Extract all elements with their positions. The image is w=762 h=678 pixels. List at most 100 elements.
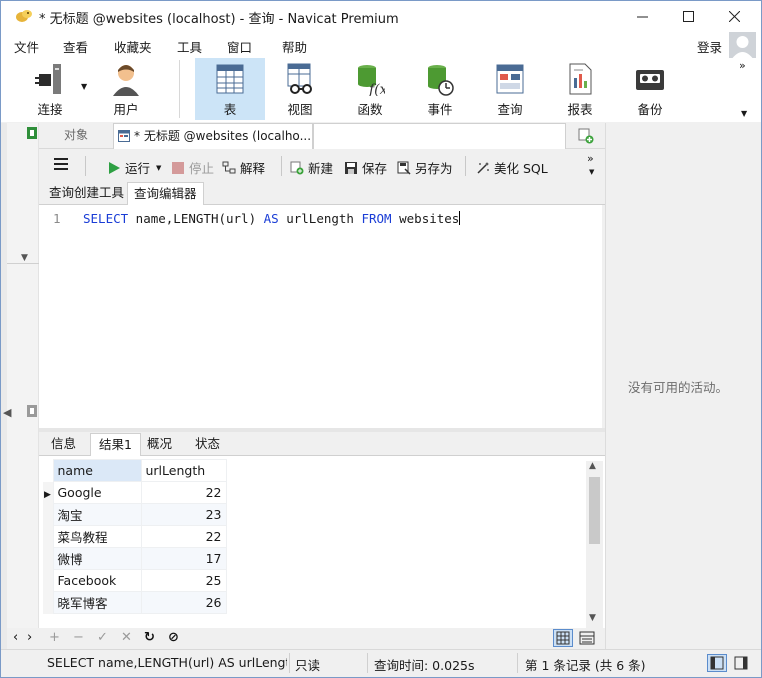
- cell-urllength[interactable]: 25: [140, 569, 227, 592]
- save-as-label: 另存为: [415, 161, 453, 176]
- toggle-left-panel-button[interactable]: [707, 654, 727, 672]
- tab-profile[interactable]: 概况: [139, 433, 180, 456]
- sql-editor[interactable]: 1 SELECT name,LENGTH(url) AS urlLength F…: [39, 205, 602, 428]
- menu-window[interactable]: 窗口: [227, 37, 252, 56]
- run-button[interactable]: 运行 ▼: [107, 158, 161, 177]
- menu-help[interactable]: 帮助: [282, 37, 307, 56]
- new-tab-button[interactable]: [569, 123, 603, 149]
- tool-backup[interactable]: 备份: [615, 58, 685, 120]
- toolbar-overflow-icon[interactable]: »: [739, 59, 746, 72]
- new-query-button[interactable]: 新建: [290, 158, 333, 177]
- scroll-left-icon[interactable]: ◀: [3, 406, 11, 419]
- cell-urllength[interactable]: 22: [140, 525, 227, 548]
- table-row[interactable]: 晓军博客 26: [43, 591, 227, 614]
- divider: [7, 263, 39, 264]
- grid-view-button[interactable]: [553, 629, 573, 647]
- login-link[interactable]: 登录: [697, 37, 722, 56]
- tab-objects[interactable]: 对象: [39, 123, 113, 149]
- query-toolbar: 运行 ▼ 停止 解释 新建 保存 另存为 美化 SQL » ▼: [39, 150, 605, 182]
- cell-name[interactable]: Facebook: [52, 569, 142, 592]
- menu-hamburger-button[interactable]: [53, 157, 69, 171]
- explain-button[interactable]: 解释: [222, 158, 265, 177]
- user-avatar-icon: [731, 36, 754, 60]
- maximize-button[interactable]: [665, 1, 711, 32]
- column-header-name[interactable]: name: [52, 459, 142, 482]
- discard-changes-icon[interactable]: ✕: [121, 630, 132, 645]
- sql-code-line[interactable]: SELECT name,LENGTH(url) AS urlLength FRO…: [83, 211, 461, 226]
- scroll-down-icon[interactable]: ▼: [589, 613, 596, 623]
- tab-status[interactable]: 状态: [187, 433, 228, 456]
- table-row[interactable]: 淘宝 23: [43, 503, 227, 526]
- menu-file[interactable]: 文件: [14, 37, 39, 56]
- tab-query[interactable]: * 无标题 @websites (localho...: [113, 123, 313, 149]
- save-button[interactable]: 保存: [344, 158, 387, 177]
- object-icon[interactable]: [27, 405, 37, 417]
- tool-query[interactable]: 查询: [475, 58, 545, 120]
- menu-view[interactable]: 查看: [63, 37, 88, 56]
- add-record-icon[interactable]: +: [49, 630, 60, 645]
- table-row[interactable]: Facebook 25: [43, 569, 227, 592]
- connection-tree-icon[interactable]: [27, 127, 37, 139]
- query-toolbar-caret-icon[interactable]: ▼: [589, 168, 594, 176]
- query-toolbar-overflow-icon[interactable]: »: [587, 152, 594, 165]
- cell-urllength[interactable]: 17: [140, 547, 227, 570]
- refresh-icon[interactable]: ↻: [144, 630, 155, 645]
- tool-event[interactable]: 事件: [405, 58, 475, 120]
- row-indicator: [43, 591, 53, 614]
- tab-message[interactable]: 信息: [43, 433, 84, 456]
- column-header-urllength[interactable]: urlLength: [140, 459, 227, 482]
- panel-left-icon: [710, 656, 724, 670]
- previous-record-icon[interactable]: ‹: [13, 630, 18, 645]
- toolbar-caret-down-icon[interactable]: ▼: [741, 109, 747, 118]
- tool-connection[interactable]: 连接 ▼: [15, 58, 87, 120]
- caret-down-icon[interactable]: ▼: [156, 164, 161, 172]
- cell-urllength[interactable]: 22: [140, 481, 227, 504]
- cell-urllength[interactable]: 23: [140, 503, 227, 526]
- next-record-icon[interactable]: ›: [27, 630, 32, 645]
- menu-favorites[interactable]: 收藏夹: [114, 37, 152, 56]
- apply-changes-icon[interactable]: ✓: [97, 630, 108, 645]
- table-row[interactable]: ▶ Google 22: [43, 481, 227, 504]
- table-row[interactable]: 菜鸟教程 22: [43, 525, 227, 548]
- scrollbar-thumb[interactable]: [589, 477, 600, 544]
- tab-query-builder[interactable]: 查询创建工具: [43, 182, 130, 205]
- tool-function[interactable]: f(x) 函数: [335, 58, 405, 120]
- form-view-button[interactable]: [577, 629, 597, 647]
- report-icon: [569, 63, 592, 95]
- cell-name[interactable]: 淘宝: [52, 503, 142, 526]
- tool-label: 函数: [357, 102, 383, 117]
- minimize-button[interactable]: [619, 1, 665, 32]
- tool-label: 备份: [637, 102, 663, 117]
- stop-loading-icon[interactable]: ⊘: [168, 630, 179, 645]
- toggle-right-panel-button[interactable]: [731, 654, 751, 672]
- function-icon: f(x): [358, 65, 385, 96]
- grid-vertical-scrollbar[interactable]: ▲ ▼: [586, 461, 603, 628]
- scroll-up-icon[interactable]: ▲: [589, 461, 596, 471]
- delete-record-icon[interactable]: −: [73, 630, 84, 645]
- tool-report[interactable]: 报表: [545, 58, 615, 120]
- menu-bar: 文件 查看 收藏夹 工具 窗口 帮助 登录: [1, 32, 761, 58]
- cell-name[interactable]: 晓军博客: [52, 591, 142, 614]
- cell-name[interactable]: 菜鸟教程: [52, 525, 142, 548]
- table-header-row: name urlLength: [43, 459, 227, 482]
- tool-user[interactable]: 用户: [91, 58, 161, 120]
- stop-button[interactable]: 停止: [171, 158, 214, 177]
- save-as-icon: [397, 161, 411, 175]
- avatar[interactable]: [729, 32, 756, 60]
- tool-table[interactable]: 表: [195, 58, 265, 120]
- beautify-sql-button[interactable]: 美化 SQL: [476, 158, 548, 177]
- window-title: * 无标题 @websites (localhost) - 查询 - Navic…: [39, 12, 399, 27]
- tab-result-1[interactable]: 结果1: [90, 433, 141, 456]
- cell-name[interactable]: 微博: [52, 547, 142, 570]
- menu-tools[interactable]: 工具: [177, 37, 202, 56]
- tool-view[interactable]: 视图: [265, 58, 335, 120]
- maximize-icon: [682, 11, 694, 22]
- save-as-button[interactable]: 另存为: [397, 158, 453, 177]
- cell-urllength[interactable]: 26: [140, 591, 227, 614]
- close-button[interactable]: [711, 1, 757, 32]
- tab-query-editor[interactable]: 查询编辑器: [127, 182, 204, 205]
- cell-name[interactable]: Google: [52, 481, 142, 504]
- chevron-down-icon[interactable]: ▼: [21, 253, 28, 263]
- table-row[interactable]: 微博 17: [43, 547, 227, 570]
- caret-down-icon[interactable]: ▼: [81, 82, 87, 91]
